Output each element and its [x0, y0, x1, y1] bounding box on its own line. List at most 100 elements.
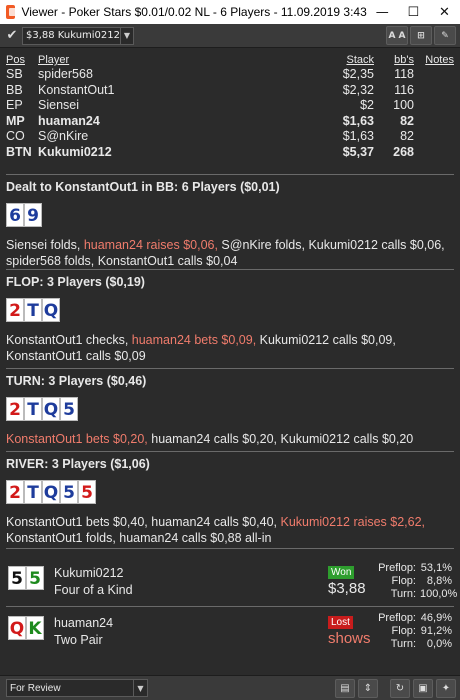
players-table-header: Pos Player Stack bb's Notes	[6, 54, 456, 67]
stat-turn: 0,0%	[426, 638, 452, 650]
turn-cards: 2TQ5	[6, 397, 454, 423]
header-bbs[interactable]: bb's	[374, 54, 414, 67]
player-select-dropdown[interactable]: $3,88 Kukumi0212 ▼	[22, 26, 134, 45]
playing-card: Q	[8, 616, 26, 640]
player-row[interactable]: EP Siensei $2 100	[6, 98, 456, 114]
stack-cell: $1,63	[342, 129, 374, 143]
notes-cell	[414, 129, 456, 145]
twitter-icon[interactable]: ✦	[436, 678, 456, 698]
player-row[interactable]: CO S@nKire $1,63 82	[6, 129, 456, 145]
river-actions: KonstantOut1 bets $0,40, huaman24 calls …	[6, 514, 454, 546]
stat-label: Preflop:	[378, 562, 416, 574]
check-icon[interactable]: ✔	[4, 28, 20, 44]
position-cell: EP	[6, 98, 23, 112]
grid-icon[interactable]: ⊞	[410, 26, 432, 45]
save-icon[interactable]: ▣	[413, 678, 433, 698]
shown-cards: 55	[8, 566, 44, 592]
position-cell: BB	[6, 82, 23, 97]
window-title: Viewer - Poker Stars $0.01/0.02 NL - 6 P…	[21, 5, 367, 19]
action-text: KonstantOut1 bets $0,40, huaman24 calls …	[6, 515, 281, 529]
position-cell: MP	[6, 113, 25, 128]
aggressive-action-text: huaman24 bets $0,09,	[131, 333, 260, 347]
bbs-cell: 116	[394, 82, 414, 97]
divider	[6, 368, 454, 369]
chevron-down-icon[interactable]: ▼	[133, 680, 147, 696]
minimize-button[interactable]: —	[367, 0, 398, 24]
equity-stats: Preflop: 46,9% Flop: 91,2% Turn: 0,0%	[374, 612, 452, 651]
river-cards: 2TQ55	[6, 480, 454, 506]
stat-flop: 8,8%	[426, 575, 452, 587]
stack-cell: $2,32	[342, 82, 374, 97]
player-name-cell: spider568	[38, 67, 93, 81]
bbs-cell: 118	[394, 67, 414, 81]
lost-badge: Lost	[328, 616, 353, 629]
player-row[interactable]: SB spider568 $2,35 118	[6, 67, 456, 83]
header-stack[interactable]: Stack	[304, 54, 374, 67]
divider	[6, 174, 454, 175]
stat-preflop: 53,1%	[420, 562, 452, 574]
hand-rank: Four of a Kind	[54, 583, 133, 597]
result-row-winner: 55 Kukumi0212 Four of a Kind Won $3,88 P…	[6, 560, 457, 602]
position-cell: CO	[6, 129, 25, 143]
flop-section: FLOP: 3 Players ($0,19) 2TQ KonstantOut1…	[6, 274, 454, 364]
playing-card: T	[24, 397, 42, 421]
playing-card: Q	[42, 397, 60, 421]
divider	[6, 606, 454, 607]
header-player[interactable]: Player	[38, 54, 304, 67]
notes-cell	[414, 98, 456, 114]
edit-pencil-icon[interactable]: ✎	[434, 26, 456, 45]
playing-card: 5	[78, 480, 96, 504]
up-down-icon[interactable]: ⇕	[358, 678, 378, 698]
clipboard-icon[interactable]: ▤	[335, 678, 355, 698]
river-section: RIVER: 3 Players ($1,06) 2TQ55 KonstantO…	[6, 456, 454, 546]
notes-cell	[414, 114, 456, 130]
player-select-value: $3,88 Kukumi0212	[26, 30, 120, 41]
review-status-value: For Review	[10, 682, 61, 694]
playing-card: K	[26, 616, 44, 640]
player-name: Kukumi0212	[54, 566, 124, 580]
action-text: huaman24 calls $0,20, Kukumi0212 calls $…	[151, 432, 414, 446]
chevron-down-icon[interactable]: ▼	[120, 27, 133, 44]
hand-history-panel: Pos Player Stack bb's Notes SB spider568 $…	[0, 48, 460, 675]
players-table: Pos Player Stack bb's Notes SB spider568 $…	[6, 54, 456, 160]
stat-label: Turn:	[390, 638, 416, 650]
playing-card: T	[24, 480, 42, 504]
position-cell: BTN	[6, 144, 32, 159]
maximize-button[interactable]: ☐	[398, 0, 429, 24]
notes-cell	[414, 67, 456, 83]
header-notes[interactable]: Notes	[414, 54, 456, 67]
stat-flop: 91,2%	[420, 625, 452, 637]
turn-title: TURN: 3 Players ($0,46)	[6, 374, 147, 388]
close-button[interactable]: ✕	[429, 0, 460, 24]
header-pos[interactable]: Pos	[6, 54, 38, 67]
app-logo-icon	[6, 5, 18, 19]
notes-cell	[414, 145, 456, 161]
preflop-title: Dealt to KonstantOut1 in BB: 6 Players (…	[6, 180, 280, 194]
notes-cell	[414, 83, 456, 99]
stack-cell: $2,35	[342, 67, 374, 81]
refresh-icon[interactable]: ↻	[390, 678, 410, 698]
flop-title: FLOP: 3 Players ($0,19)	[6, 275, 145, 289]
font-size-button[interactable]: A A	[386, 26, 408, 45]
equity-stats: Preflop: 53,1% Flop: 8,8% Turn: 100,0%	[374, 562, 457, 601]
preflop-actions: Siensei folds, huaman24 raises $0,06, S@…	[6, 237, 454, 269]
preflop-section: Dealt to KonstantOut1 in BB: 6 Players (…	[6, 179, 454, 269]
playing-card: Q	[42, 480, 60, 504]
hand-rank: Two Pair	[54, 633, 103, 647]
stack-cell: $5,37	[342, 144, 374, 159]
player-row[interactable]: BB KonstantOut1 $2,32 116	[6, 83, 456, 99]
result-row-loser: QK huaman24 Two Pair Lost shows Preflop:…	[6, 610, 454, 652]
bbs-cell: 82	[400, 113, 414, 128]
shows-label: shows	[328, 630, 371, 647]
toolbar-right-buttons: A A ⊞ ✎	[386, 26, 456, 45]
playing-card: 2	[6, 298, 24, 322]
divider	[6, 548, 454, 549]
player-name: huaman24	[54, 616, 114, 630]
player-name-cell: S@nKire	[38, 129, 89, 143]
player-row[interactable]: BTN Kukumi0212 $5,37 268	[6, 145, 456, 161]
aggressive-action-text: huaman24 raises $0,06,	[83, 238, 222, 252]
playing-card: 2	[6, 397, 24, 421]
stat-label: Flop:	[391, 575, 416, 587]
review-status-dropdown[interactable]: For Review ▼	[6, 679, 148, 697]
player-row[interactable]: MP huaman24 $1,63 82	[6, 114, 456, 130]
